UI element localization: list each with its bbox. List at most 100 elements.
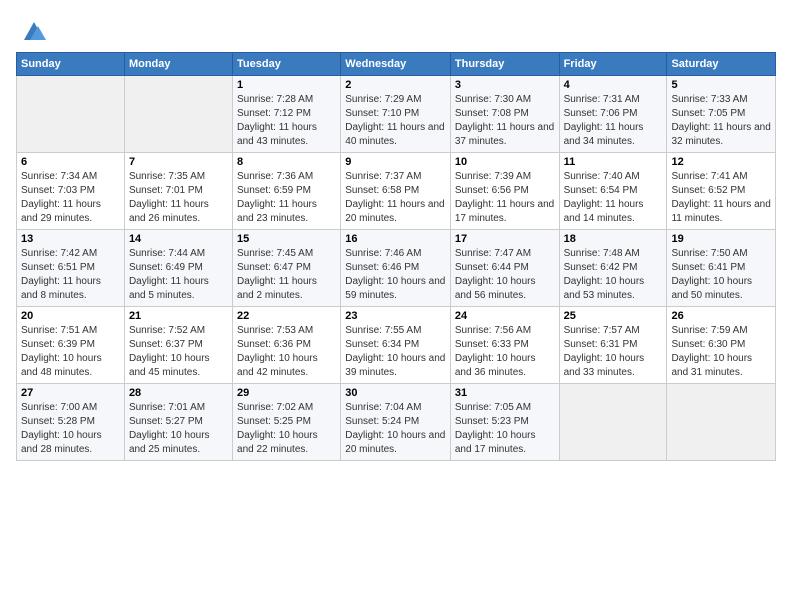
- calendar-body: 1 Sunrise: 7:28 AM Sunset: 7:12 PM Daylig…: [17, 76, 776, 461]
- day-info: Sunrise: 7:59 AM Sunset: 6:30 PM Dayligh…: [671, 324, 771, 380]
- calendar-cell: 17Sunrise: 7:47 AM Sunset: 6:44 PM Dayli…: [450, 230, 559, 307]
- calendar-cell: 4 Sunrise: 7:31 AM Sunset: 7:06 PM Daylig…: [559, 76, 667, 153]
- day-info: Sunrise: 7:50 AM Sunset: 6:41 PM Dayligh…: [671, 247, 771, 303]
- calendar-cell: [124, 76, 232, 153]
- day-info: Sunrise: 7:33 AM Sunset: 7:05 PM Dayligh…: [671, 93, 771, 149]
- day-info: Sunrise: 7:51 AM Sunset: 6:39 PM Dayligh…: [21, 324, 120, 380]
- day-number: 17: [455, 233, 555, 245]
- calendar-header: SundayMondayTuesdayWednesdayThursdayFrid…: [17, 53, 776, 76]
- day-number: 19: [671, 233, 771, 245]
- calendar-cell: 29 Sunrise: 7:02 AM Sunset: 5:25 PM Dayli…: [233, 384, 341, 461]
- day-number: 5: [671, 79, 771, 91]
- day-number: 28: [129, 387, 228, 399]
- day-number: 31: [455, 387, 555, 399]
- day-info: Sunrise: 7:52 AM Sunset: 6:37 PM Dayligh…: [129, 324, 228, 380]
- calendar-cell: [559, 384, 667, 461]
- header-tuesday: Tuesday: [233, 53, 341, 76]
- day-info: Sunrise: 7:04 AM Sunset: 5:24 PM Dayligh…: [345, 401, 446, 457]
- day-info: Sunrise: 7:41 AM Sunset: 6:52 PM Dayligh…: [671, 170, 771, 226]
- calendar-table: SundayMondayTuesdayWednesdayThursdayFrid…: [16, 52, 776, 461]
- header-wednesday: Wednesday: [341, 53, 451, 76]
- day-number: 27: [21, 387, 120, 399]
- day-number: 21: [129, 310, 228, 322]
- day-info: Sunrise: 7:53 AM Sunset: 6:36 PM Dayligh…: [237, 324, 336, 380]
- day-number: 14: [129, 233, 228, 245]
- day-number: 7: [129, 156, 228, 168]
- day-info: Sunrise: 7:42 AM Sunset: 6:51 PM Dayligh…: [21, 247, 120, 303]
- day-number: 12: [671, 156, 771, 168]
- day-info: Sunrise: 7:00 AM Sunset: 5:28 PM Dayligh…: [21, 401, 120, 457]
- calendar-cell: 24 Sunrise: 7:56 AM Sunset: 6:33 PM Dayli…: [450, 307, 559, 384]
- header-row: SundayMondayTuesdayWednesdayThursdayFrid…: [17, 53, 776, 76]
- calendar-cell: 15 Sunrise: 7:45 AM Sunset: 6:47 PM Dayli…: [233, 230, 341, 307]
- day-number: 4: [564, 79, 663, 91]
- calendar-cell: 18Sunrise: 7:48 AM Sunset: 6:42 PM Dayli…: [559, 230, 667, 307]
- logo: [16, 16, 48, 44]
- day-info: Sunrise: 7:44 AM Sunset: 6:49 PM Dayligh…: [129, 247, 228, 303]
- day-number: 11: [564, 156, 663, 168]
- day-number: 8: [237, 156, 336, 168]
- day-info: Sunrise: 7:05 AM Sunset: 5:23 PM Dayligh…: [455, 401, 555, 457]
- calendar-cell: 19 Sunrise: 7:50 AM Sunset: 6:41 PM Dayli…: [667, 230, 776, 307]
- calendar-cell: 5 Sunrise: 7:33 AM Sunset: 7:05 PM Daylig…: [667, 76, 776, 153]
- day-number: 29: [237, 387, 336, 399]
- calendar-cell: 26 Sunrise: 7:59 AM Sunset: 6:30 PM Dayli…: [667, 307, 776, 384]
- day-number: 26: [671, 310, 771, 322]
- day-number: 22: [237, 310, 336, 322]
- header-friday: Friday: [559, 53, 667, 76]
- day-info: Sunrise: 7:02 AM Sunset: 5:25 PM Dayligh…: [237, 401, 336, 457]
- header-thursday: Thursday: [450, 53, 559, 76]
- calendar-cell: 12 Sunrise: 7:41 AM Sunset: 6:52 PM Dayli…: [667, 153, 776, 230]
- calendar-cell: 21 Sunrise: 7:52 AM Sunset: 6:37 PM Dayli…: [124, 307, 232, 384]
- calendar-cell: 2 Sunrise: 7:29 AM Sunset: 7:10 PM Daylig…: [341, 76, 451, 153]
- calendar-cell: 14 Sunrise: 7:44 AM Sunset: 6:49 PM Dayli…: [124, 230, 232, 307]
- calendar-cell: 13 Sunrise: 7:42 AM Sunset: 6:51 PM Dayli…: [17, 230, 125, 307]
- day-info: Sunrise: 7:36 AM Sunset: 6:59 PM Dayligh…: [237, 170, 336, 226]
- day-info: Sunrise: 7:34 AM Sunset: 7:03 PM Dayligh…: [21, 170, 120, 226]
- day-info: Sunrise: 7:46 AM Sunset: 6:46 PM Dayligh…: [345, 247, 446, 303]
- day-info: Sunrise: 7:37 AM Sunset: 6:58 PM Dayligh…: [345, 170, 446, 226]
- day-number: 2: [345, 79, 446, 91]
- calendar-cell: 8 Sunrise: 7:36 AM Sunset: 6:59 PM Daylig…: [233, 153, 341, 230]
- day-info: Sunrise: 7:31 AM Sunset: 7:06 PM Dayligh…: [564, 93, 663, 149]
- calendar-cell: 20Sunrise: 7:51 AM Sunset: 6:39 PM Dayli…: [17, 307, 125, 384]
- calendar-cell: 6 Sunrise: 7:34 AM Sunset: 7:03 PM Daylig…: [17, 153, 125, 230]
- week-row-4: 20Sunrise: 7:51 AM Sunset: 6:39 PM Dayli…: [17, 307, 776, 384]
- day-info: Sunrise: 7:45 AM Sunset: 6:47 PM Dayligh…: [237, 247, 336, 303]
- day-number: 3: [455, 79, 555, 91]
- day-number: 23: [345, 310, 446, 322]
- day-number: 24: [455, 310, 555, 322]
- day-info: Sunrise: 7:39 AM Sunset: 6:56 PM Dayligh…: [455, 170, 555, 226]
- week-row-5: 27 Sunrise: 7:00 AM Sunset: 5:28 PM Dayli…: [17, 384, 776, 461]
- calendar-cell: 10 Sunrise: 7:39 AM Sunset: 6:56 PM Dayli…: [450, 153, 559, 230]
- calendar-cell: [17, 76, 125, 153]
- week-row-3: 13 Sunrise: 7:42 AM Sunset: 6:51 PM Dayli…: [17, 230, 776, 307]
- day-info: Sunrise: 7:28 AM Sunset: 7:12 PM Dayligh…: [237, 93, 336, 149]
- day-info: Sunrise: 7:55 AM Sunset: 6:34 PM Dayligh…: [345, 324, 446, 380]
- day-number: 15: [237, 233, 336, 245]
- header-sunday: Sunday: [17, 53, 125, 76]
- day-info: Sunrise: 7:35 AM Sunset: 7:01 PM Dayligh…: [129, 170, 228, 226]
- day-number: 18: [564, 233, 663, 245]
- calendar-cell: 28 Sunrise: 7:01 AM Sunset: 5:27 PM Dayli…: [124, 384, 232, 461]
- calendar-cell: 11Sunrise: 7:40 AM Sunset: 6:54 PM Dayli…: [559, 153, 667, 230]
- day-info: Sunrise: 7:56 AM Sunset: 6:33 PM Dayligh…: [455, 324, 555, 380]
- week-row-2: 6 Sunrise: 7:34 AM Sunset: 7:03 PM Daylig…: [17, 153, 776, 230]
- day-number: 16: [345, 233, 446, 245]
- calendar-cell: 22 Sunrise: 7:53 AM Sunset: 6:36 PM Dayli…: [233, 307, 341, 384]
- header-saturday: Saturday: [667, 53, 776, 76]
- day-info: Sunrise: 7:29 AM Sunset: 7:10 PM Dayligh…: [345, 93, 446, 149]
- day-info: Sunrise: 7:57 AM Sunset: 6:31 PM Dayligh…: [564, 324, 663, 380]
- calendar-cell: 9Sunrise: 7:37 AM Sunset: 6:58 PM Daylig…: [341, 153, 451, 230]
- day-number: 10: [455, 156, 555, 168]
- day-number: 6: [21, 156, 120, 168]
- calendar-cell: 27 Sunrise: 7:00 AM Sunset: 5:28 PM Dayli…: [17, 384, 125, 461]
- header-monday: Monday: [124, 53, 232, 76]
- day-info: Sunrise: 7:01 AM Sunset: 5:27 PM Dayligh…: [129, 401, 228, 457]
- calendar-cell: 1 Sunrise: 7:28 AM Sunset: 7:12 PM Daylig…: [233, 76, 341, 153]
- day-info: Sunrise: 7:30 AM Sunset: 7:08 PM Dayligh…: [455, 93, 555, 149]
- day-number: 1: [237, 79, 336, 91]
- day-number: 25: [564, 310, 663, 322]
- day-number: 13: [21, 233, 120, 245]
- logo-icon: [20, 16, 48, 44]
